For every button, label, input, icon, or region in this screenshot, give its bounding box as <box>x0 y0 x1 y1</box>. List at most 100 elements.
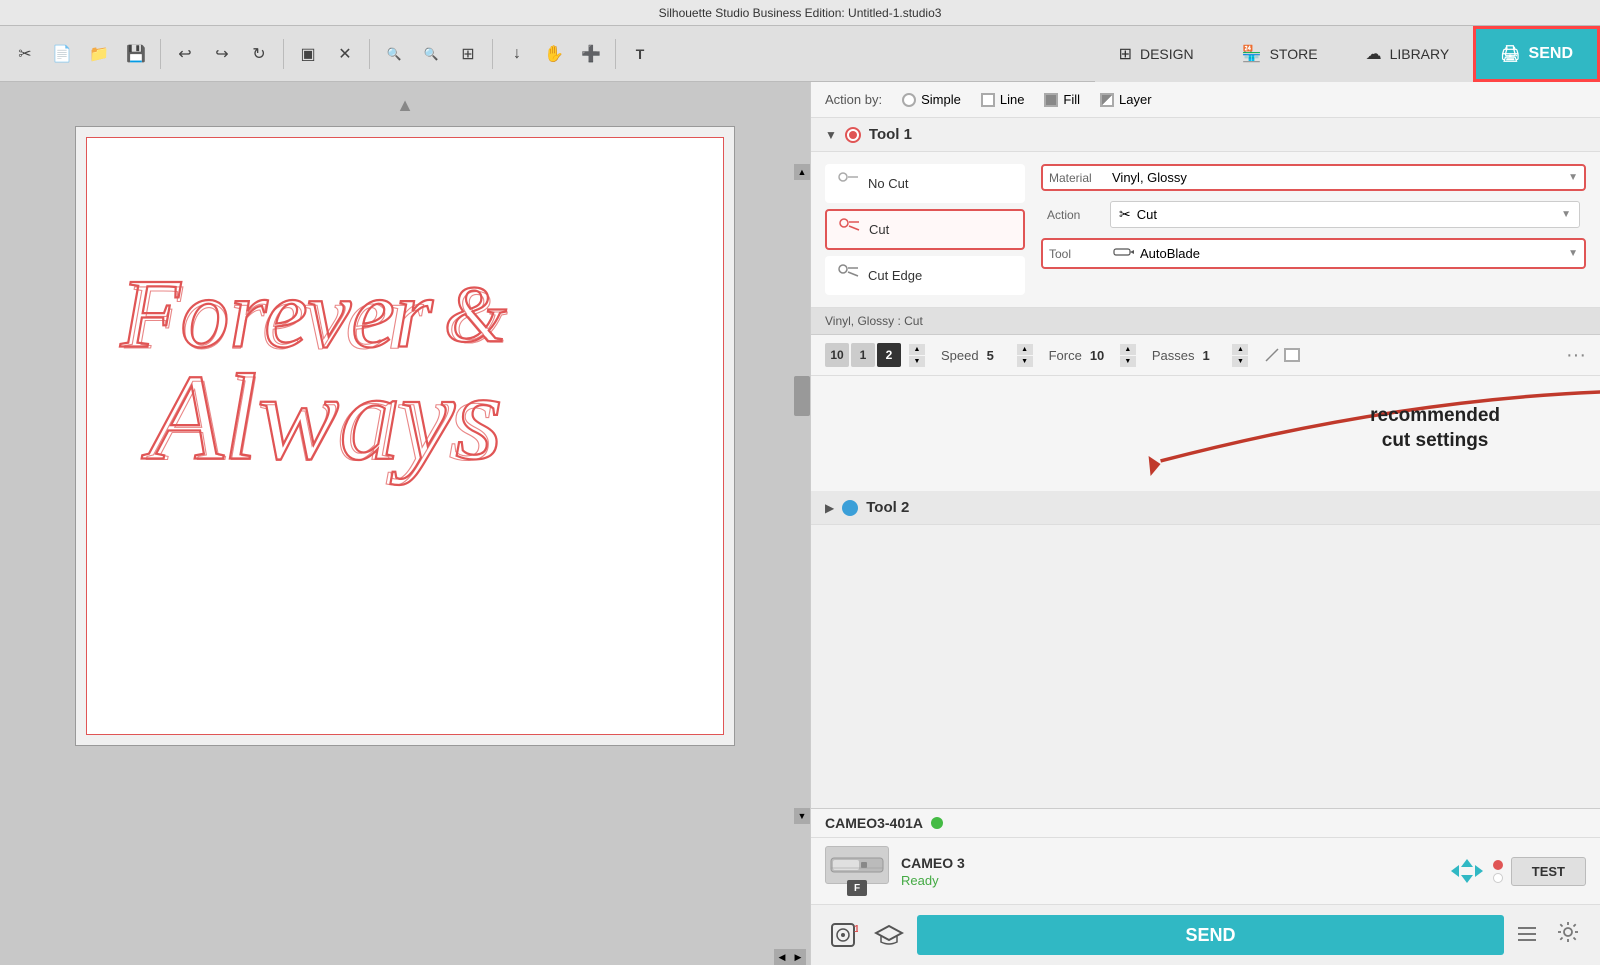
test-button[interactable]: TEST <box>1511 857 1586 886</box>
action-row-panel: Action ✂ Cut ▼ <box>1041 197 1586 232</box>
action-cut-icon: ✂ <box>1119 206 1131 223</box>
learn-icon-button[interactable] <box>871 917 907 953</box>
cut-label: Cut <box>869 222 889 237</box>
cut-edge-button[interactable]: Cut Edge <box>825 256 1025 295</box>
tool1-header[interactable]: ▼ Tool 1 <box>811 118 1600 152</box>
design-nav-button[interactable]: ⊞ DESIGN <box>1095 26 1218 82</box>
add-page-button[interactable]: ➕ <box>574 37 608 71</box>
simple-radio[interactable]: Simple <box>902 92 961 107</box>
svg-text:&: & <box>449 275 508 359</box>
no-cut-button[interactable]: No Cut <box>825 164 1025 203</box>
delete-button[interactable]: ✕ <box>328 37 362 71</box>
zoom-fit-button[interactable]: ⊞ <box>451 37 485 71</box>
scroll-down-arrow[interactable]: ▼ <box>794 808 810 824</box>
status-dot-white <box>1493 873 1503 883</box>
cut-edge-icon <box>838 264 860 287</box>
device-model-info: CAMEO 3 Ready <box>901 855 965 888</box>
speed-up-button[interactable]: ▲ <box>1017 344 1033 355</box>
tool-value-container: AutoBlade <box>1112 244 1200 263</box>
line-radio-box <box>981 93 995 107</box>
tool1-title: Tool 1 <box>869 126 912 143</box>
line-radio[interactable]: Line <box>981 92 1025 107</box>
store-nav-label: STORE <box>1270 46 1318 62</box>
separator-1 <box>160 39 161 69</box>
tool2-header[interactable]: ▶ Tool 2 <box>811 491 1600 525</box>
material-dropdown[interactable]: Vinyl, Glossy ▼ <box>1112 170 1578 185</box>
nav-arrows-icon[interactable] <box>1449 857 1485 885</box>
device-online-dot <box>931 817 943 829</box>
simple-label: Simple <box>921 92 961 107</box>
passes-down-button[interactable]: ▼ <box>1232 356 1248 367</box>
fill-radio-box <box>1044 93 1058 107</box>
redo-button[interactable]: ↪ <box>205 37 239 71</box>
design-artwork: Forever & Always Forever & Always <box>87 138 723 734</box>
menu-lines-button[interactable] <box>1514 922 1540 948</box>
separator-3 <box>369 39 370 69</box>
speed-down-button[interactable]: ▼ <box>1017 356 1033 367</box>
svg-text:Forever: Forever <box>124 265 424 369</box>
cut-tool-button[interactable]: ✂ <box>8 37 42 71</box>
scroll-thumb[interactable] <box>794 376 810 416</box>
force-up-button[interactable]: ▲ <box>1120 344 1136 355</box>
device-thumbnail <box>825 846 889 884</box>
fill-radio[interactable]: Fill <box>1044 92 1080 107</box>
scroll-up-button[interactable]: ▲ <box>385 90 425 120</box>
text-button[interactable]: T <box>623 37 657 71</box>
cut-button[interactable]: Cut <box>825 209 1025 250</box>
send-nav-button[interactable]: 🖨 SEND <box>1473 26 1600 82</box>
hscroll-left[interactable]: ◀ <box>774 949 790 965</box>
cut-settings-icon-button[interactable]: 1 <box>825 917 861 953</box>
zoom-in-button[interactable]: 🔍 <box>377 37 411 71</box>
library-nav-label: LIBRARY <box>1390 46 1450 62</box>
zoom-out-button[interactable]: 🔍 <box>414 37 448 71</box>
device-panel: CAMEO3-401A F <box>811 808 1600 965</box>
device-info-row: F CAMEO 3 Ready <box>811 838 1600 905</box>
material-value: Vinyl, Glossy <box>1112 170 1187 185</box>
fill-label: Fill <box>1063 92 1080 107</box>
tool2-expand-arrow[interactable]: ▶ <box>825 501 834 515</box>
speed-stepper: ▲ ▼ <box>1017 344 1033 367</box>
layer-radio[interactable]: Layer <box>1100 92 1152 107</box>
canvas-inner: Forever & Always Forever & Always <box>86 137 724 735</box>
design-nav-label: DESIGN <box>1140 46 1194 62</box>
open-button[interactable]: 📁 <box>82 37 116 71</box>
cut-options-section: No Cut Cut Cut Edge <box>811 152 1600 308</box>
tool-dropdown[interactable]: AutoBlade ▼ <box>1112 244 1578 263</box>
canvas-hscroll[interactable]: ◀ ▶ <box>770 949 810 965</box>
num-box-up-button[interactable]: ▲ <box>909 344 925 355</box>
device-name: CAMEO3-401A <box>825 815 923 831</box>
titlebar-text: Silhouette Studio Business Edition: Unti… <box>659 6 942 20</box>
store-nav-button[interactable]: 🏪 STORE <box>1218 26 1342 82</box>
refresh-button[interactable]: ↻ <box>242 37 276 71</box>
num-box-down-button[interactable]: ▼ <box>909 356 925 367</box>
passes-up-button[interactable]: ▲ <box>1232 344 1248 355</box>
force-down-button[interactable]: ▼ <box>1120 356 1136 367</box>
num-box-3-active: 2 <box>877 343 901 367</box>
action-by-row: Action by: Simple Line Fill Layer <box>811 82 1600 118</box>
tool1-collapse-arrow[interactable]: ▼ <box>825 128 837 142</box>
save-button[interactable]: 💾 <box>119 37 153 71</box>
canvas-frame: Forever & Always Forever & Always <box>75 126 735 746</box>
action-value: Cut <box>1137 207 1157 222</box>
send-big-button[interactable]: SEND <box>917 915 1504 955</box>
move-down-button[interactable]: ↓ <box>500 37 534 71</box>
cut-options-list: No Cut Cut Cut Edge <box>825 164 1025 295</box>
cut-settings-icon: 1 <box>828 920 858 950</box>
tool-dropdown-arrow: ▼ <box>1568 248 1578 259</box>
pan-button[interactable]: ✋ <box>537 37 571 71</box>
hscroll-right[interactable]: ▶ <box>790 949 806 965</box>
more-button[interactable]: ··· <box>1566 344 1586 367</box>
settings-gear-button[interactable] <box>1550 917 1586 953</box>
scroll-up-arrow[interactable]: ▲ <box>794 164 810 180</box>
tool-row: Tool AutoBlade ▼ <box>1049 244 1578 263</box>
new-button[interactable]: 📄 <box>45 37 79 71</box>
line-box-icons <box>1264 347 1300 363</box>
f-badge: F <box>847 880 867 896</box>
gear-icon <box>1557 921 1579 943</box>
select-button[interactable]: ▣ <box>291 37 325 71</box>
canvas-scrollbar: ▲ ▼ <box>794 164 810 824</box>
action-dropdown[interactable]: ✂ Cut ▼ <box>1110 201 1580 228</box>
undo-button[interactable]: ↩ <box>168 37 202 71</box>
library-nav-button[interactable]: ☁ LIBRARY <box>1342 26 1474 82</box>
num-box-1: 10 <box>825 343 849 367</box>
